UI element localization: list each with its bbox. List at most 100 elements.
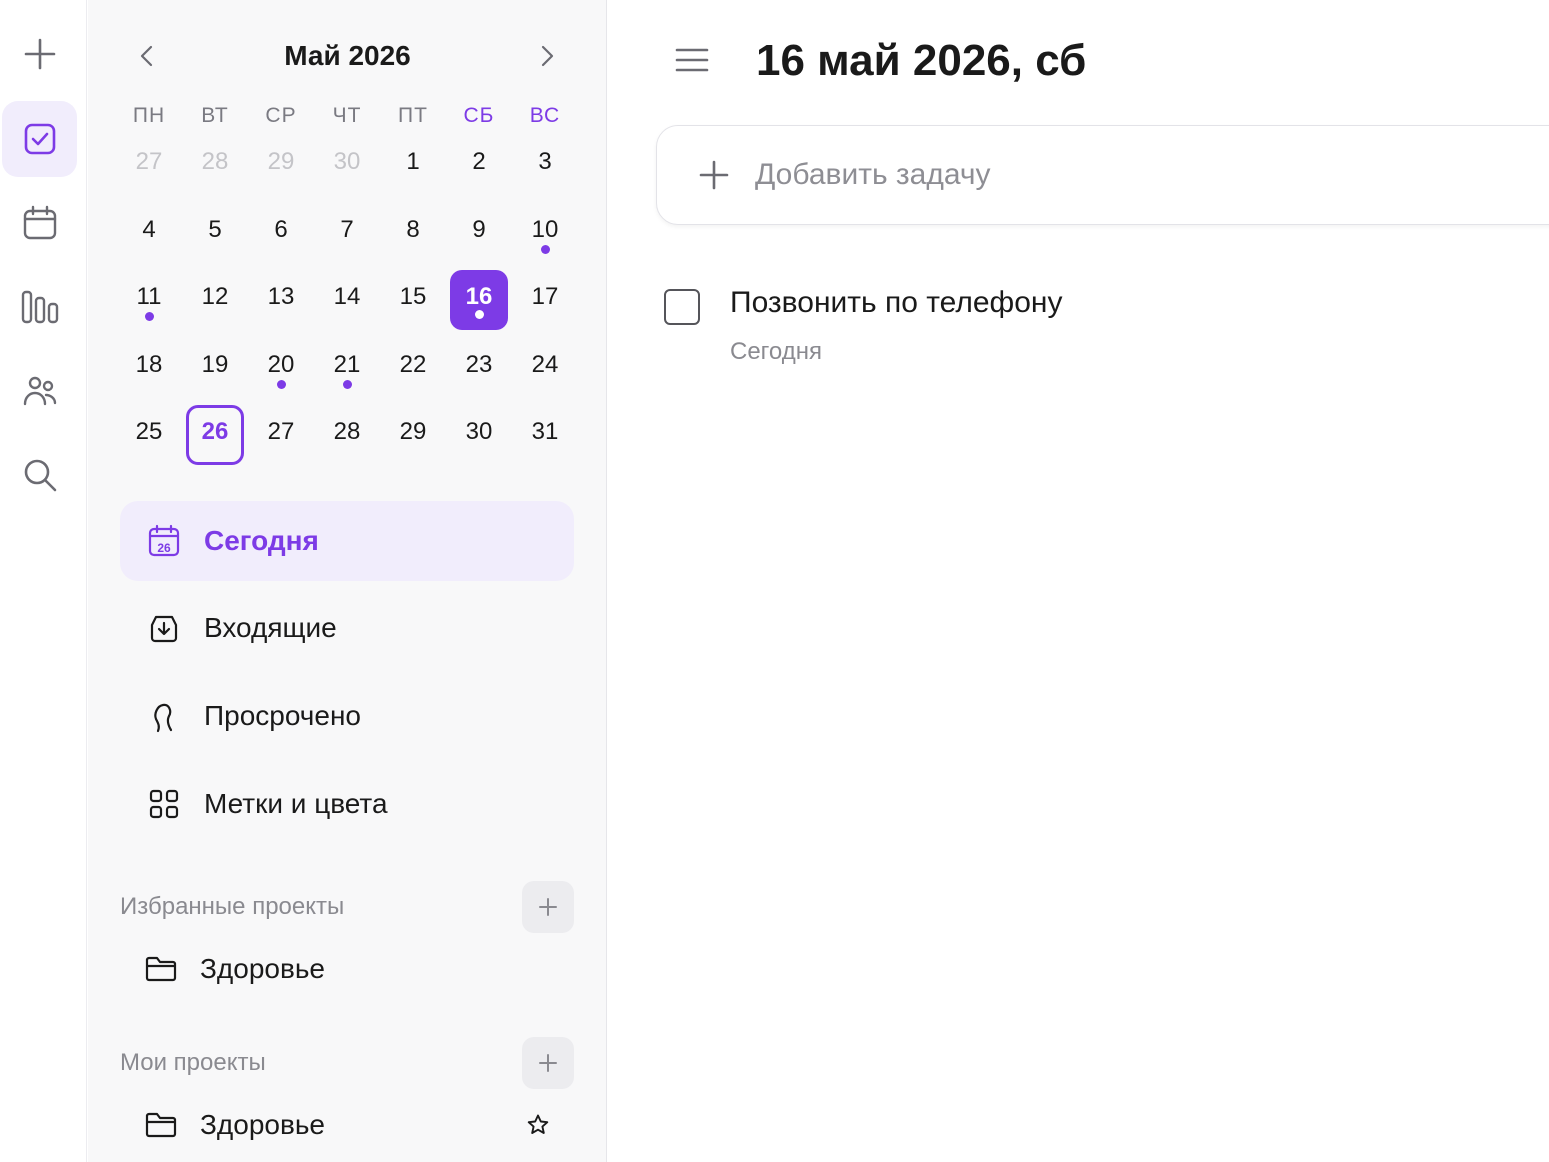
- next-month-button[interactable]: [529, 38, 565, 74]
- calendar-day[interactable]: 28: [186, 135, 244, 195]
- nav-overdue-label: Просрочено: [204, 700, 361, 731]
- svg-text:26: 26: [157, 541, 171, 555]
- calendar-day[interactable]: 29: [384, 405, 442, 465]
- calendar-day-number: 25: [135, 418, 163, 445]
- calendar-day[interactable]: 12: [186, 270, 244, 330]
- nav-today[interactable]: 26 Сегодня: [120, 501, 574, 581]
- folder-icon: [144, 1108, 178, 1142]
- favorite-project-label: Здоровье: [200, 953, 326, 984]
- calendar-day[interactable]: 10: [516, 203, 574, 263]
- calendar-day-number: 15: [399, 283, 427, 310]
- task-checkbox[interactable]: [664, 289, 700, 325]
- calendar-day-number: 9: [472, 215, 486, 243]
- calendar-day[interactable]: 18: [120, 338, 178, 398]
- calendar-day[interactable]: 13: [252, 270, 310, 330]
- favorite-project-item[interactable]: Здоровье: [120, 941, 574, 997]
- calendar-day[interactable]: 14: [318, 270, 376, 330]
- people-icon: [23, 376, 56, 406]
- tasks-nav-button[interactable]: [2, 101, 77, 177]
- calendar-day-selected[interactable]: 16: [450, 270, 508, 330]
- calendar-day-number: 27: [135, 148, 163, 175]
- calendar-day[interactable]: 23: [450, 338, 508, 398]
- calendar-day[interactable]: 28: [318, 405, 376, 465]
- calendar-day[interactable]: 2: [450, 135, 508, 195]
- task-title: Позвонить по телефону: [730, 286, 1063, 319]
- calendar-day-number: 12: [201, 283, 229, 310]
- calendar-day[interactable]: 19: [186, 338, 244, 398]
- calendar-day[interactable]: 22: [384, 338, 442, 398]
- sidebar: Май 2026 ПН ВТ СР ЧТ ПТ СБ ВС 27 28 29 30 1 2 3 4 5 6 7 8…: [88, 0, 607, 1162]
- calendar-day-number: 29: [399, 418, 427, 445]
- check-square-icon: [24, 123, 55, 155]
- calendar-day[interactable]: 20: [252, 338, 310, 398]
- search-nav-button[interactable]: [2, 437, 77, 513]
- calendar-day-number: 30: [465, 418, 493, 445]
- calendar-day[interactable]: 30: [318, 135, 376, 195]
- calendar-day[interactable]: 30: [450, 405, 508, 465]
- calendar-day[interactable]: 3: [516, 135, 574, 195]
- add-task-input[interactable]: Добавить задачу: [656, 125, 1549, 225]
- calendar-day[interactable]: 1: [384, 135, 442, 195]
- favorites-section-title: Избранные проекты: [120, 893, 345, 920]
- calendar-day[interactable]: 31: [516, 405, 574, 465]
- calendar-day-number: 7: [340, 215, 354, 243]
- calendar-day[interactable]: 27: [120, 135, 178, 195]
- calendar-day-number: 8: [406, 215, 420, 243]
- project-item[interactable]: Здоровье: [120, 1097, 574, 1153]
- calendar-day[interactable]: 8: [384, 203, 442, 263]
- project-label: Здоровье: [200, 1109, 326, 1140]
- calendar-day[interactable]: 21: [318, 338, 376, 398]
- calendar-day[interactable]: 17: [516, 270, 574, 330]
- nav-labels[interactable]: Метки и цвета: [120, 764, 574, 844]
- inbox-icon: [146, 610, 182, 646]
- calendar-day-number: 29: [267, 148, 295, 175]
- weekday-label: ВТ: [201, 104, 229, 127]
- nav-overdue[interactable]: Просрочено: [120, 676, 574, 756]
- calendar-day[interactable]: 27: [252, 405, 310, 465]
- task-item[interactable]: Позвонить по телефону Сегодня: [664, 282, 1524, 382]
- columns-icon: [21, 290, 58, 324]
- calendar-day-number: 20: [267, 350, 295, 378]
- calendar-day[interactable]: 5: [186, 203, 244, 263]
- boards-nav-button[interactable]: [2, 269, 77, 345]
- search-icon: [24, 459, 56, 492]
- calendar-day[interactable]: 9: [450, 203, 508, 263]
- calendar-day-number: 11: [136, 283, 162, 310]
- menu-button[interactable]: [672, 40, 712, 80]
- weekday-label: ПН: [132, 104, 166, 127]
- calendar-day-number: 28: [201, 148, 229, 175]
- people-nav-button[interactable]: [2, 353, 77, 429]
- calendar-day[interactable]: 6: [252, 203, 310, 263]
- calendar-day[interactable]: 15: [384, 270, 442, 330]
- calendar-day-number: 19: [201, 350, 229, 378]
- calendar-day[interactable]: 29: [252, 135, 310, 195]
- event-dot: [540, 244, 550, 254]
- event-dot: [276, 379, 286, 389]
- plus-icon: [539, 898, 557, 916]
- nav-labels-label: Метки и цвета: [204, 788, 388, 819]
- add-button[interactable]: [2, 16, 77, 92]
- calendar-day[interactable]: 25: [120, 405, 178, 465]
- calendar-day-number: 18: [135, 350, 163, 378]
- calendar-day[interactable]: 11: [120, 270, 178, 330]
- nav-inbox[interactable]: Входящие: [120, 588, 574, 668]
- calendar-nav-button[interactable]: [2, 185, 77, 261]
- calendar-day[interactable]: 24: [516, 338, 574, 398]
- calendar-day-today[interactable]: 26: [186, 405, 244, 465]
- calendar-day[interactable]: 4: [120, 203, 178, 263]
- calendar-day-number: 21: [333, 350, 361, 378]
- calendar-day-number: 24: [531, 350, 559, 378]
- plus-icon: [539, 1054, 557, 1072]
- add-project-button[interactable]: [522, 1037, 574, 1089]
- add-favorite-project-button[interactable]: [522, 881, 574, 933]
- calendar-day-number: 13: [267, 283, 295, 310]
- weekday-label: СБ: [463, 104, 495, 127]
- calendar-day-number: 26: [201, 418, 229, 445]
- calendar-day[interactable]: 7: [318, 203, 376, 263]
- calendar-header: Май 2026: [88, 30, 607, 84]
- chevron-right-icon: [541, 45, 554, 67]
- calendar-today-icon: 26: [146, 523, 182, 559]
- main-panel: 16 май 2026, сб Добавить задачу Позвонит…: [608, 0, 1549, 1162]
- star-icon[interactable]: [524, 1111, 552, 1139]
- overdue-icon: [146, 698, 182, 734]
